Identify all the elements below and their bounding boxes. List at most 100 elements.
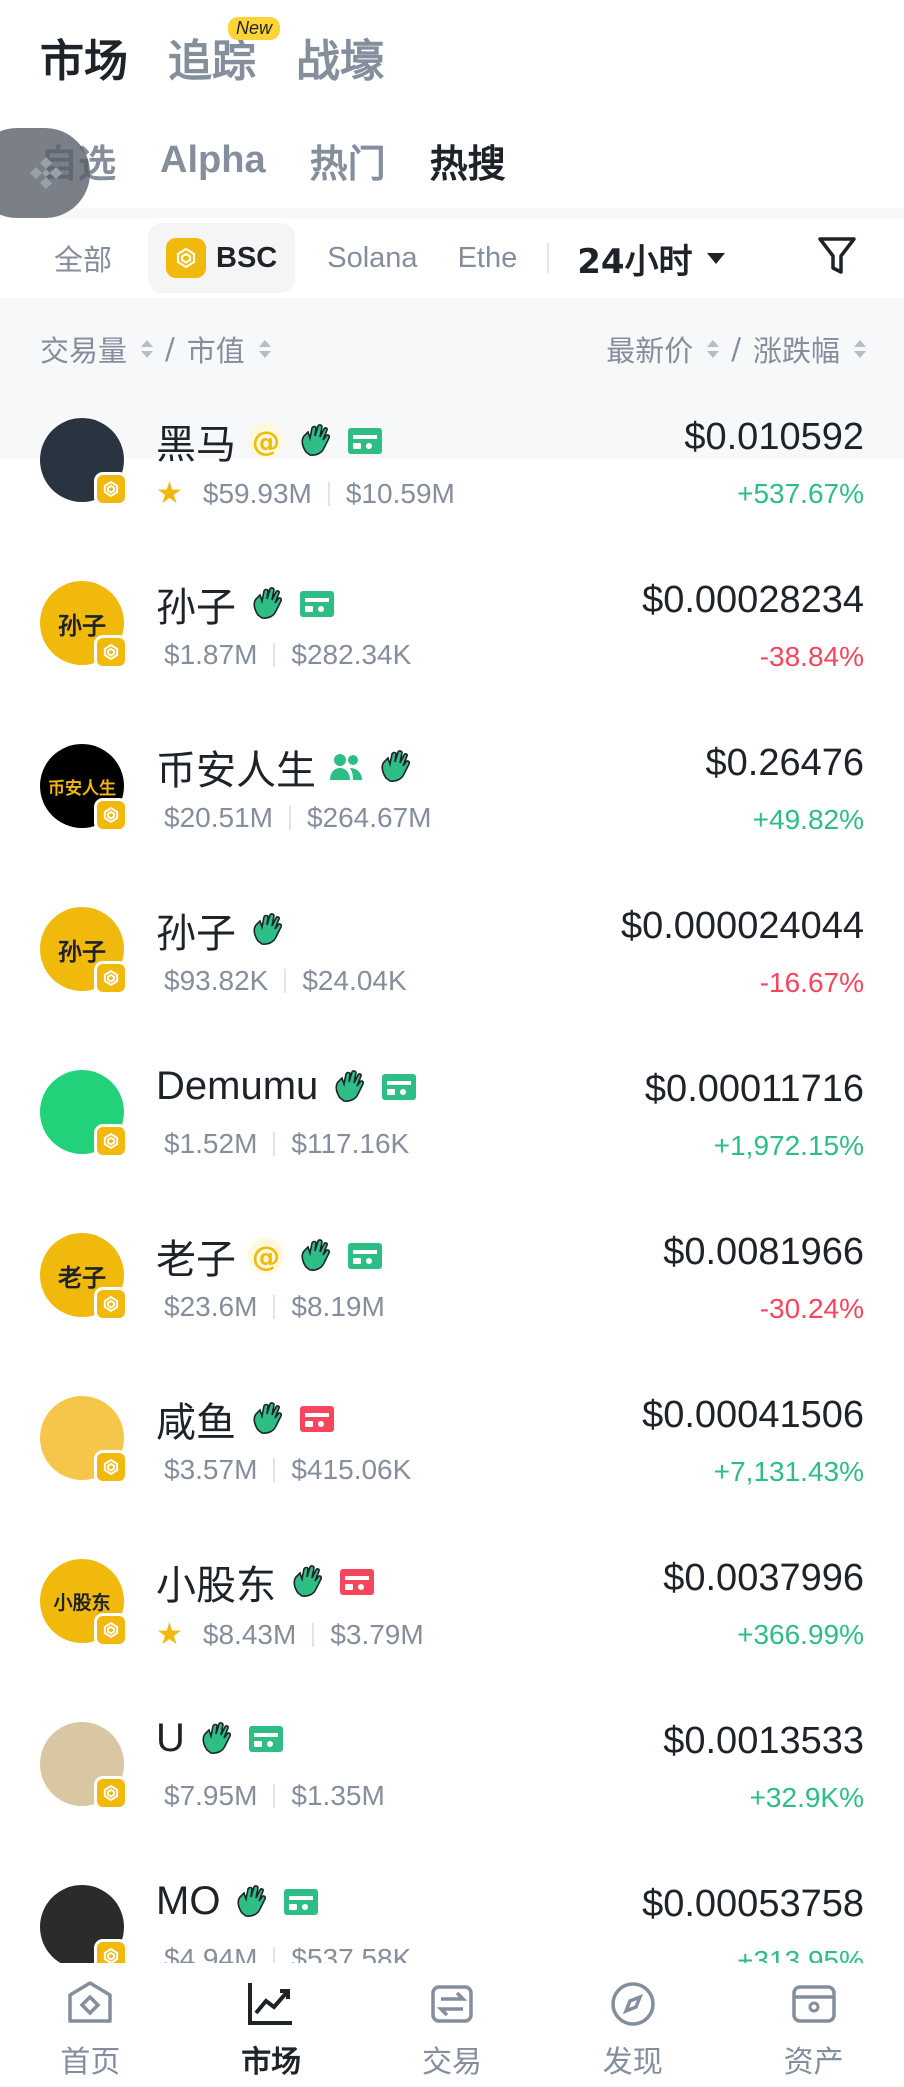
bar-icon bbox=[300, 1406, 334, 1432]
chain-filter-row: 全部 BSC Solana Ethe 24小时 bbox=[0, 218, 904, 298]
token-name-line: 小股东 bbox=[156, 1553, 376, 1611]
filter-button[interactable] bbox=[816, 234, 858, 282]
bsc-chain-badge-icon bbox=[94, 961, 128, 995]
token-price: $0.0081966 bbox=[663, 1231, 864, 1273]
chain-ethereum[interactable]: Ethe bbox=[440, 223, 536, 293]
filter-funnel-icon bbox=[818, 237, 856, 274]
token-price: $0.26476 bbox=[705, 742, 865, 784]
sort-volume[interactable]: 交易量 bbox=[40, 328, 127, 370]
nav-market-label: 市场 bbox=[241, 2045, 302, 2080]
token-market-cap: $264.67M bbox=[306, 802, 432, 833]
nav-market[interactable]: 市场 bbox=[211, 1977, 331, 2081]
sort-market-cap[interactable]: 市值 bbox=[187, 328, 245, 370]
subtab-trending-search[interactable]: 热搜 bbox=[430, 133, 506, 188]
token-row[interactable]: U $7.95M $1.35M $0.0013533 +32.9K% bbox=[0, 1704, 904, 1867]
wave-hand-icon bbox=[202, 1721, 231, 1754]
token-stats: $1.87M $282.34K bbox=[164, 639, 411, 671]
token-row[interactable]: 孙子 孙子 $1.87M $282.34K $0.00028234 -38.84% bbox=[0, 563, 904, 726]
token-volume: $20.51M bbox=[164, 802, 273, 833]
token-list: 黑马 @ ★ $59.93M $10.59M $0.010592 +537.67% 孙子 孙子 $… bbox=[0, 400, 904, 2030]
token-avatar: 老子 bbox=[40, 1233, 128, 1321]
chevron-down-icon bbox=[706, 252, 725, 264]
token-change: -30.24% bbox=[759, 1293, 864, 1324]
token-name-line: 咸鱼 bbox=[156, 1390, 336, 1448]
token-market-cap: $8.19M bbox=[291, 1291, 385, 1322]
wave-hand-icon bbox=[301, 424, 330, 456]
token-stats: $93.82K $24.04K bbox=[164, 965, 407, 997]
token-avatar bbox=[40, 418, 128, 506]
token-row[interactable]: 黑马 @ ★ $59.93M $10.59M $0.010592 +537.67% bbox=[0, 400, 904, 563]
wave-hand-icon bbox=[253, 587, 282, 619]
token-name: U bbox=[156, 1716, 185, 1760]
market-chart-icon bbox=[248, 1983, 293, 2025]
token-volume: $1.87M bbox=[164, 639, 258, 670]
token-name-line: MO bbox=[156, 1879, 320, 1924]
token-name-line: 黑马 @ bbox=[156, 412, 384, 470]
chain-divider bbox=[547, 243, 550, 273]
stats-divider bbox=[284, 969, 287, 993]
token-row[interactable]: 孙子 孙子 $93.82K $24.04K $0.000024044 -16.67% bbox=[0, 889, 904, 1052]
token-row[interactable]: 老子 老子 @ $23.6M $8.19M $0.0081966 -30.24% bbox=[0, 1215, 904, 1378]
nav-discover[interactable]: 发现 bbox=[573, 1977, 693, 2081]
period-selector[interactable]: 24小时 bbox=[577, 234, 725, 283]
bsc-chain-badge-icon bbox=[94, 1776, 128, 1810]
token-row[interactable]: Demumu $1.52M $117.16K $0.00011716 +1,972.15… bbox=[0, 1052, 904, 1215]
token-change: +1,972.15% bbox=[713, 1130, 864, 1161]
sort-latest-price[interactable]: 最新价 bbox=[606, 328, 693, 370]
token-market-cap: $117.16K bbox=[291, 1128, 410, 1159]
floating-assistant-bubble[interactable] bbox=[0, 128, 90, 218]
period-label: 24小时 bbox=[577, 241, 693, 282]
token-name-line: 孙子 bbox=[156, 901, 286, 959]
token-market-cap: $24.04K bbox=[302, 965, 407, 996]
subtab-alpha[interactable]: Alpha bbox=[160, 139, 266, 182]
chain-bsc[interactable]: BSC bbox=[148, 223, 296, 293]
sort-change[interactable]: 涨跌幅 bbox=[753, 328, 840, 370]
nav-trade[interactable]: 交易 bbox=[392, 1977, 512, 2081]
stats-divider bbox=[327, 481, 330, 506]
token-row[interactable]: 小股东 小股东 ★ $8.43M $3.79M $0.0037996 +366.99% bbox=[0, 1541, 904, 1704]
token-name: 孙子 bbox=[156, 912, 236, 956]
people-icon bbox=[330, 754, 362, 780]
nav-trade-label: 交易 bbox=[421, 2045, 482, 2080]
tab-trenches[interactable]: 战壕 bbox=[296, 25, 384, 89]
token-avatar bbox=[40, 1070, 128, 1158]
token-avatar: 小股东 bbox=[40, 1559, 128, 1647]
nav-discover-label: 发现 bbox=[602, 2045, 663, 2080]
nav-home[interactable]: 首页 bbox=[30, 1977, 150, 2081]
wave-hand-icon bbox=[381, 750, 410, 782]
nav-assets[interactable]: 资产 bbox=[754, 1977, 874, 2081]
token-market-cap: $10.59M bbox=[345, 477, 455, 509]
bsc-chain-badge-icon bbox=[94, 472, 128, 506]
chain-all[interactable]: 全部 bbox=[36, 223, 130, 293]
sort-slash: / bbox=[731, 332, 741, 366]
token-name-line: Demumu bbox=[156, 1064, 418, 1109]
subtab-hot[interactable]: 热门 bbox=[310, 133, 386, 188]
token-name: MO bbox=[156, 1879, 221, 1923]
trade-swap-icon bbox=[431, 1985, 473, 2023]
token-price: $0.00041506 bbox=[642, 1394, 864, 1436]
sub-tab-bar: 自选 Alpha 热门 热搜 bbox=[40, 120, 506, 200]
token-row[interactable]: 币安人生 币安人生 $20.51M $264.67M $0.26476 +49.82% bbox=[0, 726, 904, 889]
wave-hand-icon bbox=[293, 1565, 322, 1597]
token-stats: $3.57M $415.06K bbox=[164, 1454, 411, 1486]
chain-solana[interactable]: Solana bbox=[309, 223, 435, 293]
bar-icon bbox=[248, 1725, 283, 1752]
at-mention-icon: @ bbox=[248, 1238, 284, 1274]
token-market-cap: $1.35M bbox=[291, 1780, 385, 1811]
stats-divider bbox=[273, 643, 276, 667]
tab-tracking[interactable]: 追踪 New bbox=[168, 17, 280, 89]
tab-market[interactable]: 市场 bbox=[40, 25, 128, 89]
token-name: 小股东 bbox=[156, 1564, 276, 1608]
token-market-cap: $3.79M bbox=[330, 1618, 424, 1650]
bar-icon bbox=[382, 1073, 417, 1100]
bottom-nav: 首页 市场 交易 发现 资产 bbox=[0, 1963, 904, 2087]
token-change: -38.84% bbox=[759, 641, 864, 672]
chain-bsc-label: BSC bbox=[216, 241, 278, 274]
token-avatar bbox=[40, 1722, 128, 1810]
token-row[interactable]: 咸鱼 $3.57M $415.06K $0.00041506 +7,131.43% bbox=[0, 1378, 904, 1541]
sort-left-group: 交易量 / 市值 bbox=[40, 328, 271, 370]
bar-icon bbox=[348, 428, 382, 454]
sort-slash: / bbox=[165, 332, 175, 366]
token-change: +366.99% bbox=[737, 1619, 864, 1650]
token-price: $0.010592 bbox=[684, 416, 864, 458]
